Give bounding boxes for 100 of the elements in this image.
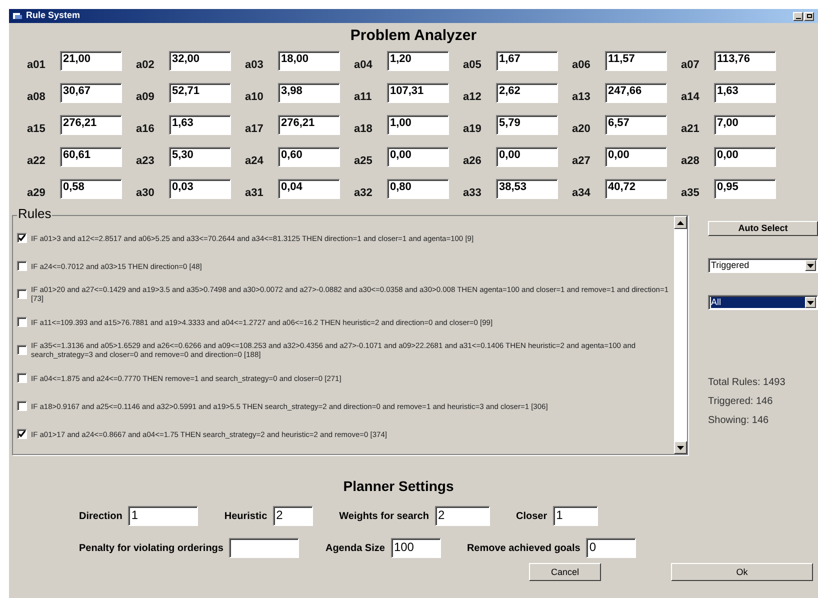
attribute-label: a32 xyxy=(354,188,374,199)
stat-text: Showing: 146 xyxy=(708,414,770,427)
scroll-down-icon[interactable] xyxy=(677,446,684,450)
rule-checkbox[interactable] xyxy=(17,317,27,327)
attribute-field[interactable]: 113,76 xyxy=(714,51,776,71)
app-icon xyxy=(13,12,22,20)
attribute-field[interactable]: 0,00 xyxy=(605,147,667,167)
rule-checkbox[interactable] xyxy=(17,345,27,355)
attribute-field[interactable]: 247,66 xyxy=(605,83,667,103)
window-title: Rule System xyxy=(26,9,80,22)
restore-button[interactable] xyxy=(804,12,814,20)
attribute-label: a16 xyxy=(136,124,156,135)
attribute-field[interactable]: 6,57 xyxy=(605,115,667,135)
setting-field[interactable]: 2 xyxy=(434,506,490,526)
filter-dropdown[interactable]: Triggered xyxy=(708,258,818,273)
attribute-label: a11 xyxy=(354,92,373,103)
dropdown-value: All xyxy=(711,297,805,308)
attribute-field[interactable]: 30,67 xyxy=(60,83,122,103)
attribute-field[interactable]: 0,04 xyxy=(278,179,340,199)
attribute-label: a13 xyxy=(572,92,592,103)
attribute-field[interactable]: 0,60 xyxy=(278,147,340,167)
filter-dropdown[interactable]: All xyxy=(708,295,818,310)
rule-checkbox[interactable] xyxy=(17,401,27,411)
rule-checkbox[interactable] xyxy=(17,373,27,383)
attribute-label: a24 xyxy=(245,156,264,167)
attribute-field[interactable]: 1,00 xyxy=(387,115,449,135)
attribute-field[interactable]: 40,72 xyxy=(605,179,667,199)
attribute-field[interactable]: 0,00 xyxy=(496,147,558,167)
attribute-label: a12 xyxy=(463,92,482,103)
attribute-field[interactable]: 2,62 xyxy=(496,83,558,103)
setting-field[interactable]: 1 xyxy=(128,506,198,526)
attribute-field[interactable]: 1,20 xyxy=(387,51,449,71)
attribute-field[interactable]: 5,79 xyxy=(496,115,558,135)
setting-label: Agenda Size xyxy=(325,542,385,556)
attribute-field[interactable]: 0,00 xyxy=(714,147,776,167)
setting-label: Closer xyxy=(516,510,548,524)
attribute-label: a25 xyxy=(354,156,374,167)
attribute-label: a23 xyxy=(136,156,156,167)
rule-checkbox[interactable] xyxy=(17,429,27,439)
setting-field[interactable]: 1 xyxy=(553,506,598,526)
minimize-button[interactable] xyxy=(793,12,803,20)
attribute-field[interactable]: 0,95 xyxy=(714,179,776,199)
setting-field[interactable]: 100 xyxy=(390,538,441,558)
attribute-label: a22 xyxy=(27,156,46,167)
dropdown-arrow-icon xyxy=(807,264,814,268)
dialog-button[interactable]: Ok xyxy=(671,563,813,581)
setting-field[interactable]: 2 xyxy=(273,506,314,526)
section-title: Problem Analyzer xyxy=(349,27,478,45)
setting-field[interactable] xyxy=(229,538,300,558)
attribute-label: a06 xyxy=(572,60,592,71)
attribute-label: a15 xyxy=(27,124,46,135)
rule-checkbox[interactable] xyxy=(17,289,27,299)
attribute-label: a02 xyxy=(136,60,156,71)
setting-label: Weights for search xyxy=(339,510,429,524)
dropdown-arrow-icon xyxy=(807,300,814,304)
attribute-label: a10 xyxy=(245,92,264,103)
attribute-field[interactable]: 52,71 xyxy=(169,83,231,103)
scroll-up-icon[interactable] xyxy=(677,220,684,224)
attribute-label: a31 xyxy=(245,188,264,199)
attribute-field[interactable]: 0,80 xyxy=(387,179,449,199)
dialog-button[interactable]: Cancel xyxy=(529,563,601,581)
setting-field[interactable]: 0 xyxy=(586,538,636,558)
attribute-field[interactable]: 0,00 xyxy=(387,147,449,167)
auto-select-button[interactable]: Auto Select xyxy=(708,221,818,236)
scrollbar[interactable] xyxy=(674,216,687,454)
attribute-label: a07 xyxy=(681,60,700,71)
attribute-label: a18 xyxy=(354,124,374,135)
attribute-field[interactable]: 7,00 xyxy=(714,115,776,135)
attribute-field[interactable]: 107,31 xyxy=(387,83,449,103)
attribute-label: a34 xyxy=(572,188,592,199)
attribute-field[interactable]: 1,67 xyxy=(496,51,558,71)
attribute-field[interactable]: 21,00 xyxy=(60,51,122,71)
attribute-label: a29 xyxy=(27,188,46,199)
attribute-field[interactable]: 276,21 xyxy=(278,115,340,135)
setting-label: Direction xyxy=(79,510,122,524)
attribute-field[interactable]: 11,57 xyxy=(605,51,667,71)
section-title: Planner Settings xyxy=(342,477,455,495)
attribute-field[interactable]: 1,63 xyxy=(714,83,776,103)
attribute-label: a21 xyxy=(681,124,700,135)
attribute-field[interactable]: 1,63 xyxy=(169,115,231,135)
attribute-field[interactable]: 18,00 xyxy=(278,51,340,71)
attribute-label: a14 xyxy=(681,92,700,103)
attribute-label: a04 xyxy=(354,60,374,71)
setting-label: Remove achieved goals xyxy=(466,542,580,556)
rule-checkbox[interactable] xyxy=(17,261,27,271)
attribute-label: a19 xyxy=(463,124,482,135)
setting-label: Penalty for violating orderings xyxy=(79,542,224,556)
attribute-field[interactable]: 38,53 xyxy=(496,179,558,199)
attribute-field[interactable]: 3,98 xyxy=(278,83,340,103)
attribute-field[interactable]: 0,58 xyxy=(60,179,122,199)
attribute-label: a27 xyxy=(572,156,592,167)
attribute-field[interactable]: 5,30 xyxy=(169,147,231,167)
attribute-label: a08 xyxy=(27,92,46,103)
attribute-field[interactable]: 32,00 xyxy=(169,51,231,71)
rule-checkbox[interactable] xyxy=(17,233,27,243)
attribute-field[interactable]: 0,03 xyxy=(169,179,231,199)
attribute-field[interactable]: 60,61 xyxy=(60,147,122,167)
attribute-label: a35 xyxy=(681,188,700,199)
attribute-field[interactable]: 276,21 xyxy=(60,115,122,135)
attribute-label: a28 xyxy=(681,156,700,167)
